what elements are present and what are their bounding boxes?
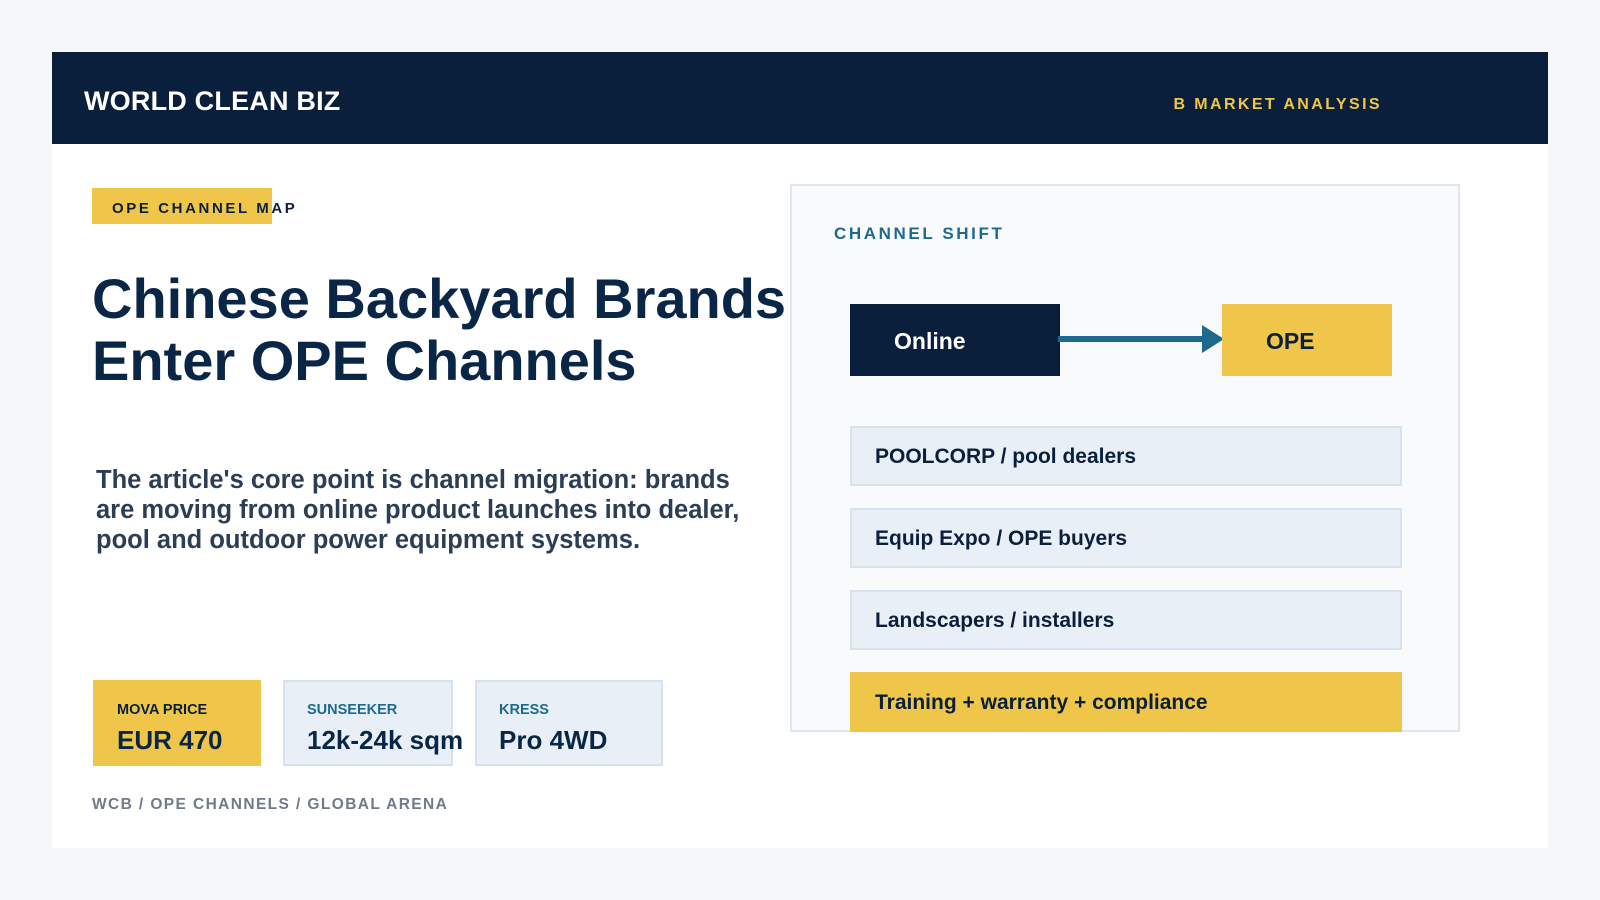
channel-row-landscapers: Landscapers / installers <box>850 590 1402 650</box>
stat-value: Pro 4WD <box>499 725 608 755</box>
brand-name: WORLD CLEAN BIZ <box>84 86 341 116</box>
ope-node: OPE <box>1222 304 1392 376</box>
stat-label: MOVA PRICE <box>117 702 208 718</box>
footer-breadcrumb: WCB / OPE CHANNELS / GLOBAL ARENA <box>92 796 449 813</box>
header-bar: WORLD CLEAN BIZ B MARKET ANALYSIS <box>52 52 1548 144</box>
stat-label: KRESS <box>499 702 549 718</box>
title-line-1: Chinese Backyard Brands <box>92 267 787 330</box>
channel-row-training: Training + warranty + compliance <box>850 672 1402 732</box>
slide: WORLD CLEAN BIZ B MARKET ANALYSIS OPE CH… <box>52 52 1548 848</box>
online-node: Online <box>850 304 1060 376</box>
arrow-right-icon <box>1058 325 1224 353</box>
page-title: Chinese Backyard Brands Enter OPE Channe… <box>92 268 812 392</box>
stat-card-sunseeker: SUNSEEKER 12k-24k sqm <box>283 680 463 766</box>
channel-row-equip-expo: Equip Expo / OPE buyers <box>850 508 1402 568</box>
ope-node-label: OPE <box>1266 328 1315 354</box>
section-tag: B MARKET ANALYSIS <box>1173 96 1382 113</box>
kicker-label: OPE CHANNEL MAP <box>112 200 298 217</box>
online-node-label: Online <box>894 328 966 354</box>
stat-card-mova: MOVA PRICE EUR 470 <box>93 680 261 766</box>
channel-row-label: Equip Expo / OPE buyers <box>875 527 1128 550</box>
stat-label: SUNSEEKER <box>307 702 398 718</box>
channel-row-label: Training + warranty + compliance <box>875 691 1208 714</box>
panel-title: CHANNEL SHIFT <box>834 224 1005 243</box>
channel-row-label: POOLCORP / pool dealers <box>875 445 1137 468</box>
lede-paragraph: The article's core point is channel migr… <box>96 466 740 554</box>
stat-card-kress: KRESS Pro 4WD <box>475 680 663 766</box>
title-line-2: Enter OPE Channels <box>92 329 637 392</box>
stat-value: 12k-24k sqm <box>307 725 464 755</box>
stat-value: EUR 470 <box>117 725 223 755</box>
channel-row-poolcorp: POOLCORP / pool dealers <box>850 426 1402 486</box>
channel-row-label: Landscapers / installers <box>875 609 1115 632</box>
channel-shift-panel: CHANNEL SHIFT Online OPE POOLCORP / pool… <box>790 184 1460 732</box>
